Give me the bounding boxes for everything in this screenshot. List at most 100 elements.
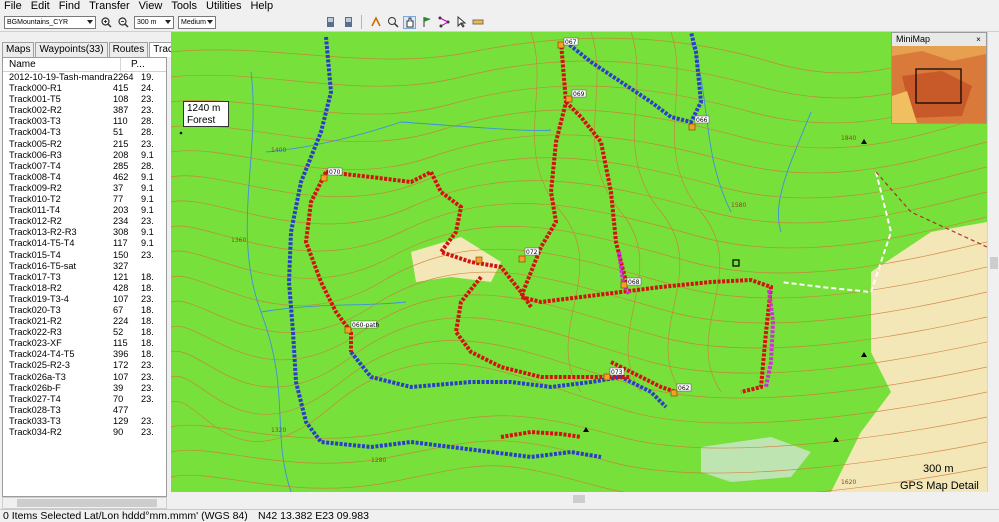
- track-row[interactable]: Track013-R2-R3 308 9.1: [3, 227, 166, 238]
- chevron-down-icon: [165, 19, 171, 24]
- track-name: Track001-T5: [9, 94, 61, 105]
- track-row[interactable]: Track023-XF 115 18.: [3, 338, 166, 349]
- track-row[interactable]: Track000-R1 415 24.: [3, 83, 166, 94]
- list-horizontal-scrollbar[interactable]: [2, 497, 167, 509]
- track-row[interactable]: Track020-T3 67 18.: [3, 305, 166, 316]
- track-row[interactable]: Track015-T4 150 23.: [3, 250, 166, 261]
- track-row[interactable]: Track014-T5-T4 117 9.1: [3, 238, 166, 249]
- track-row[interactable]: Track004-T3 51 28.: [3, 127, 166, 138]
- distance-tool-icon[interactable]: [471, 16, 484, 29]
- track-row[interactable]: Track033-T3 129 23.: [3, 416, 166, 427]
- track-points: 203: [113, 205, 129, 216]
- track-row[interactable]: Track022-R3 52 18.: [3, 327, 166, 338]
- close-icon[interactable]: ×: [974, 35, 983, 44]
- map-product-value: BGMountains_CYR: [7, 18, 69, 26]
- waypoint-tool-icon[interactable]: [420, 16, 433, 29]
- tab-waypoints[interactable]: Waypoints(33): [35, 42, 108, 57]
- menu-edit[interactable]: Edit: [27, 0, 55, 13]
- column-header-name[interactable]: Name: [3, 58, 121, 71]
- track-row[interactable]: 2012-10-19-Tash-mandra 2264 19.: [3, 72, 166, 83]
- zoom-tool-icon[interactable]: [386, 16, 399, 29]
- map-horizontal-scrollbar[interactable]: [171, 492, 987, 505]
- tab-routes[interactable]: Routes: [108, 42, 149, 57]
- select-tool-icon[interactable]: [454, 16, 467, 29]
- track-name: 2012-10-19-Tash-mandra: [9, 72, 113, 82]
- menu-tools[interactable]: Tools: [167, 0, 202, 13]
- track-row[interactable]: Track017-T3 121 18.: [3, 272, 166, 283]
- track-tool-icon[interactable]: [437, 16, 450, 29]
- track-name: Track033-T3: [9, 415, 61, 426]
- track-extra: 18.: [141, 304, 154, 315]
- track-row[interactable]: Track026b-F 39 23.: [3, 383, 166, 394]
- menu-file[interactable]: File: [0, 0, 27, 13]
- waypoint-label: 062: [678, 385, 690, 392]
- track-row[interactable]: Track001-T5 108 23.: [3, 94, 166, 105]
- zoom-level-select[interactable]: 300 m: [134, 15, 174, 29]
- track-row[interactable]: Track010-T2 77 9.1: [3, 194, 166, 205]
- track-row[interactable]: Track005-R2 215 23.: [3, 139, 166, 150]
- mapsource-window: File Edit Find Transfer View Tools Utili…: [0, 0, 999, 522]
- elevation-label: 1360: [231, 237, 246, 244]
- detail-level-select[interactable]: Medium: [178, 15, 216, 29]
- track-row[interactable]: Track019-T3-4 107 23.: [3, 294, 166, 305]
- track-points: 224: [113, 316, 129, 327]
- track-extra: 18.: [141, 327, 154, 338]
- scrollbar-thumb[interactable]: [17, 499, 157, 507]
- track-row[interactable]: Track012-R2 234 23.: [3, 216, 166, 227]
- hand-tool-icon[interactable]: [403, 15, 416, 29]
- track-row[interactable]: Track026a-T3 107 23.: [3, 372, 166, 383]
- track-name: Track016-T5-sat: [9, 260, 77, 271]
- map-vertical-scrollbar[interactable]: [987, 32, 999, 492]
- track-points: 428: [113, 282, 129, 293]
- track-row[interactable]: Track028-T3 477: [3, 405, 166, 416]
- scrollbar-thumb[interactable]: [990, 257, 998, 269]
- track-row[interactable]: Track018-R2 428 18.: [3, 283, 166, 294]
- track-row[interactable]: Track024-T4-T5 396 18.: [3, 349, 166, 360]
- track-extra: 18.: [141, 282, 154, 293]
- minimap-image[interactable]: [892, 46, 986, 123]
- track-row[interactable]: Track003-T3 110 28.: [3, 116, 166, 127]
- track-row[interactable]: Track016-T5-sat 327: [3, 261, 166, 272]
- track-extra: 19.: [141, 72, 154, 82]
- track-row[interactable]: Track002-R2 387 23.: [3, 105, 166, 116]
- scrollbar-thumb[interactable]: [573, 495, 585, 503]
- track-name: Track034-R2: [9, 427, 62, 437]
- items-selected-status: 0 Items Selected: [3, 510, 82, 522]
- send-to-device-icon[interactable]: [324, 16, 337, 29]
- map-product-select[interactable]: BGMountains_CYR: [4, 15, 96, 29]
- track-row[interactable]: Track034-R2 90 23.: [3, 427, 166, 438]
- track-name: Track028-T3: [9, 404, 61, 415]
- menu-utilities[interactable]: Utilities: [202, 0, 246, 13]
- map-view[interactable]: 067 066 069 072 068 070 060-path 073 062: [171, 32, 987, 492]
- receive-from-device-icon[interactable]: [341, 16, 354, 29]
- route-tool-icon[interactable]: [369, 16, 382, 29]
- map-canvas[interactable]: 067 066 069 072 068 070 060-path 073 062: [171, 32, 987, 492]
- elevation-label: 1620: [841, 479, 856, 486]
- track-row[interactable]: Track008-T4 462 9.1: [3, 172, 166, 183]
- menu-find[interactable]: Find: [55, 0, 85, 13]
- menu-view[interactable]: View: [135, 0, 168, 13]
- track-extra: 9.1: [141, 182, 154, 193]
- track-row[interactable]: Track007-T4 285 28.: [3, 161, 166, 172]
- track-extra: 9.1: [141, 238, 154, 249]
- menu-help[interactable]: Help: [246, 0, 278, 13]
- track-row[interactable]: Track006-R3 208 9.1: [3, 150, 166, 161]
- track-points: 2264: [113, 72, 134, 82]
- tab-maps[interactable]: Maps: [2, 42, 35, 57]
- column-header-points[interactable]: P...: [121, 58, 161, 71]
- track-row[interactable]: Track009-R2 37 9.1: [3, 183, 166, 194]
- track-row[interactable]: Track011-T4 203 9.1: [3, 205, 166, 216]
- zoom-in-icon[interactable]: [100, 16, 113, 29]
- track-rows: 2012-10-19-Tash-mandra 2264 19. Track000-R1…: [3, 72, 166, 438]
- track-name: Track014-T5-T4: [9, 238, 75, 249]
- track-row[interactable]: Track021-R2 224 18.: [3, 316, 166, 327]
- waypoint-label: 066: [696, 117, 708, 124]
- track-name: Track013-R2-R3: [9, 227, 77, 238]
- track-points: 308: [113, 227, 129, 238]
- minimap-panel[interactable]: MiniMap ×: [891, 32, 987, 124]
- zoom-out-icon[interactable]: [117, 16, 130, 29]
- track-row[interactable]: Track027-T4 70 23.: [3, 394, 166, 405]
- track-name: Track015-T4: [9, 249, 61, 260]
- track-row[interactable]: Track025-R2-3 172 23.: [3, 360, 166, 371]
- menu-transfer[interactable]: Transfer: [85, 0, 135, 13]
